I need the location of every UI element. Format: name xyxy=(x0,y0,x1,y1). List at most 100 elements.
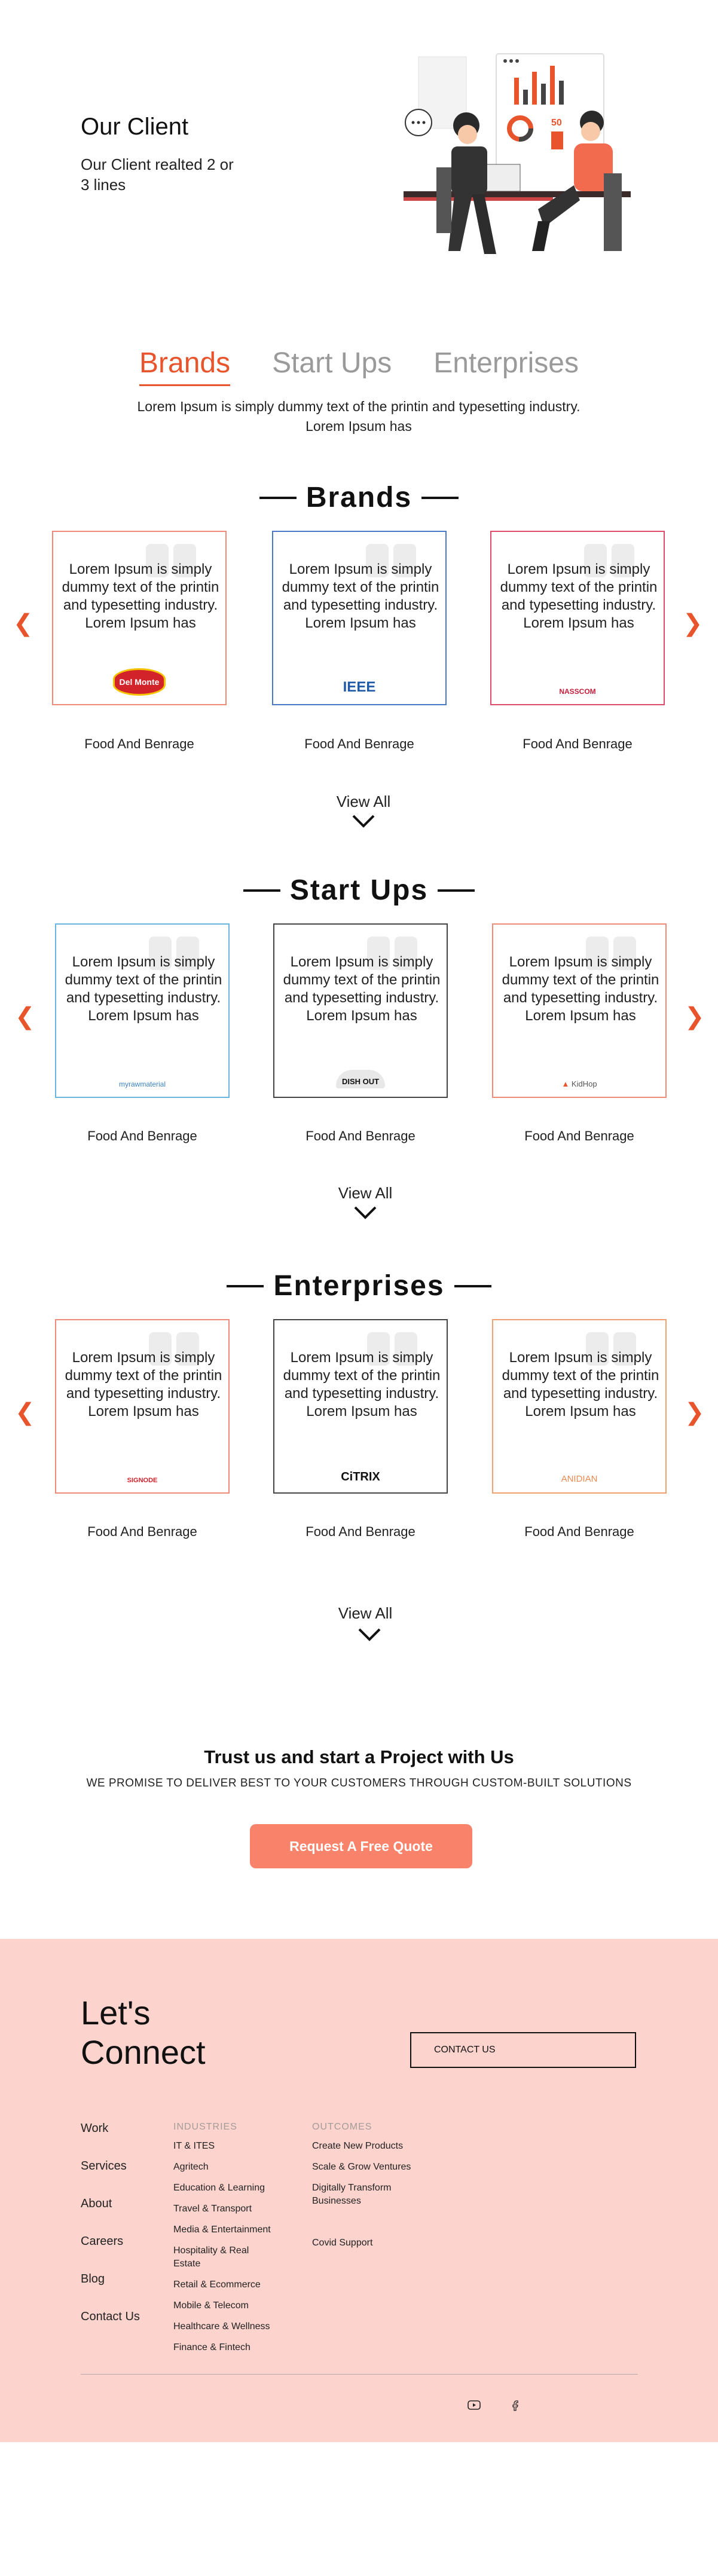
client-logo: SIGNODE xyxy=(56,1477,228,1484)
section-title: Enterprises xyxy=(273,1270,445,1302)
industry-link[interactable]: IT & ITES xyxy=(173,2140,293,2153)
carousel-prev-button[interactable]: ❮ xyxy=(13,610,33,637)
card-caption: Food And Benrage xyxy=(523,736,633,751)
view-all-link[interactable]: View All xyxy=(305,1184,425,1203)
testimonial-card: Lorem Ipsum is simply dummy text of the … xyxy=(492,923,667,1098)
view-all-link[interactable]: View All xyxy=(304,793,423,811)
testimonial-card: Lorem Ipsum is simply dummy text of the … xyxy=(492,1319,667,1494)
client-logo: Del Monte xyxy=(53,668,225,696)
client-logo: DISH OUT xyxy=(274,1070,447,1088)
card-caption: Food And Benrage xyxy=(84,736,194,751)
footer-heading: Let's Connect xyxy=(81,1994,206,2071)
hero-title: Our Client xyxy=(81,114,189,140)
tab-brands[interactable]: Brands xyxy=(139,347,231,386)
card-caption: Food And Benrage xyxy=(524,1524,634,1539)
industries-heading: INDUSTRIES xyxy=(173,2122,237,2132)
carousel-prev-button[interactable]: ❮ xyxy=(15,1399,35,1426)
industry-link[interactable]: Healthcare & Wellness xyxy=(173,2320,293,2333)
outcome-link[interactable]: Digitally Transform Businesses xyxy=(312,2182,414,2208)
carousel-next-button[interactable]: ❯ xyxy=(683,610,703,637)
heading-line xyxy=(243,889,280,892)
tab-enterprises[interactable]: Enterprises xyxy=(433,347,579,386)
testimonial-card: Lorem Ipsum is simply dummy text of the … xyxy=(490,531,665,705)
industry-link[interactable]: Mobile & Telecom xyxy=(173,2299,293,2312)
heading-line xyxy=(438,889,475,892)
card-text: Lorem Ipsum is simply dummy text of the … xyxy=(282,561,439,631)
cta-subtitle: WE PROMISE TO DELIVER BEST TO YOUR CUSTO… xyxy=(86,1777,632,1789)
testimonial-card: Lorem Ipsum is simply dummy text of the … xyxy=(55,1319,230,1494)
client-logo-text: IEEE xyxy=(343,679,376,695)
client-logo: ▲ KidHop xyxy=(493,1079,665,1088)
testimonial-card: Lorem Ipsum is simply dummy text of the … xyxy=(55,923,230,1098)
footer-nav-blog[interactable]: Blog xyxy=(81,2272,140,2310)
view-all-link[interactable]: View All xyxy=(305,1604,425,1623)
card-caption: Food And Benrage xyxy=(304,736,414,751)
industry-link[interactable]: Retail & Ecommerce xyxy=(173,2278,293,2292)
card-caption: Food And Benrage xyxy=(87,1128,197,1143)
client-logo-text: myrawmaterial xyxy=(118,1080,166,1088)
client-logo-text: KidHop xyxy=(571,1079,597,1088)
heading-line xyxy=(454,1284,491,1287)
testimonial-card: Lorem Ipsum is simply dummy text of the … xyxy=(273,923,448,1098)
request-quote-button[interactable]: Request A Free Quote xyxy=(250,1824,472,1868)
section-title: Brands xyxy=(305,482,413,513)
card-caption: Food And Benrage xyxy=(305,1524,415,1539)
industry-link[interactable]: Finance & Fintech xyxy=(173,2341,293,2354)
carousel-next-button[interactable]: ❯ xyxy=(685,1399,705,1426)
card-caption: Food And Benrage xyxy=(87,1524,197,1539)
contact-us-button[interactable]: CONTACT US xyxy=(410,2032,636,2068)
card-text: Lorem Ipsum is simply dummy text of the … xyxy=(65,1350,222,1419)
section-title: Start Ups xyxy=(289,874,429,906)
client-logo-text: NASSCOM xyxy=(559,687,596,696)
industries-column: INDUSTRIES IT & ITES Agritech Education … xyxy=(173,2122,293,2362)
tab-start-ups[interactable]: Start Ups xyxy=(272,347,392,386)
industry-link[interactable]: Education & Learning xyxy=(173,2182,293,2195)
footer-nav-work[interactable]: Work xyxy=(81,2122,140,2159)
carousel-next-button[interactable]: ❯ xyxy=(685,1003,705,1030)
chevron-down-icon[interactable] xyxy=(353,1206,377,1220)
testimonial-card: Lorem Ipsum is simply dummy text of the … xyxy=(52,531,227,705)
client-logo-text: DISH OUT xyxy=(335,1070,386,1088)
footer-nav-careers[interactable]: Careers xyxy=(81,2235,140,2272)
client-logo-text: SIGNODE xyxy=(127,1477,158,1484)
card-text: Lorem Ipsum is simply dummy text of the … xyxy=(502,954,659,1024)
card-text: Lorem Ipsum is simply dummy text of the … xyxy=(500,561,658,631)
industry-link[interactable]: Travel & Transport xyxy=(173,2202,293,2216)
card-caption: Food And Benrage xyxy=(305,1128,415,1143)
chevron-down-icon[interactable] xyxy=(352,814,375,828)
client-logo: myrawmaterial xyxy=(56,1080,228,1088)
client-logo-text: CiTRIX xyxy=(341,1470,380,1483)
chevron-down-icon[interactable] xyxy=(358,1627,381,1642)
testimonial-card: Lorem Ipsum is simply dummy text of the … xyxy=(272,531,447,705)
card-caption: Food And Benrage xyxy=(524,1128,634,1143)
footer-divider xyxy=(81,2374,638,2375)
client-logo: CiTRIX xyxy=(274,1470,447,1484)
client-logo-text: ANIDIAN xyxy=(561,1474,598,1484)
heading-line xyxy=(259,496,297,499)
card-text: Lorem Ipsum is simply dummy text of the … xyxy=(62,561,219,631)
client-logo-text: Del Monte xyxy=(112,668,166,696)
card-text: Lorem Ipsum is simply dummy text of the … xyxy=(65,954,222,1024)
section-heading-brands: Brands xyxy=(0,481,718,514)
carousel-prev-button[interactable]: ❮ xyxy=(15,1003,35,1030)
footer-nav-contact-us[interactable]: Contact Us xyxy=(81,2310,140,2348)
industry-link[interactable]: Hospitality & Real Estate xyxy=(173,2244,251,2271)
facebook-icon[interactable] xyxy=(512,2400,519,2411)
outcomes-column: OUTCOMES Create New Products Scale & Gro… xyxy=(312,2122,432,2257)
footer-nav-about[interactable]: About xyxy=(81,2197,140,2235)
card-text: Lorem Ipsum is simply dummy text of the … xyxy=(283,1350,441,1419)
outcome-link[interactable]: Covid Support xyxy=(312,2237,432,2250)
card-text: Lorem Ipsum is simply dummy text of the … xyxy=(283,954,441,1024)
hero-illustration: 50 xyxy=(404,53,631,254)
rocket-icon: ▲ xyxy=(561,1079,572,1088)
heading-line xyxy=(421,496,459,499)
outcome-link[interactable]: Create New Products xyxy=(312,2140,432,2153)
industry-link[interactable]: Media & Entertainment xyxy=(173,2223,293,2237)
section-heading-start-ups: Start Ups xyxy=(0,874,718,907)
outcome-link[interactable]: Scale & Grow Ventures xyxy=(312,2161,432,2174)
youtube-icon[interactable] xyxy=(468,2400,481,2410)
industry-link[interactable]: Agritech xyxy=(173,2161,293,2174)
client-logo: IEEE xyxy=(273,679,445,696)
footer-nav-services[interactable]: Services xyxy=(81,2159,140,2197)
cta-title: Trust us and start a Project with Us xyxy=(204,1746,514,1767)
